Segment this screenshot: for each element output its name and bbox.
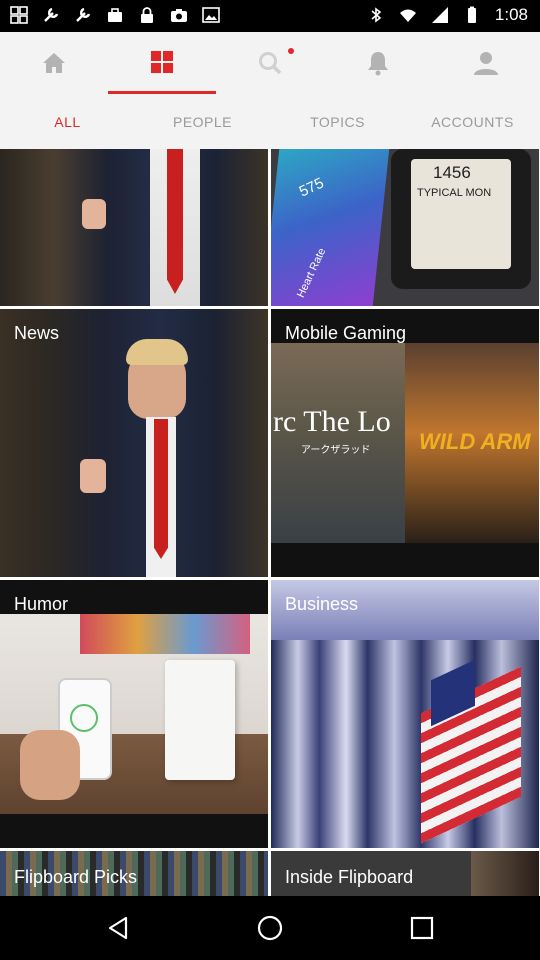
watch-number: 1456 — [433, 163, 471, 182]
battery-icon — [467, 6, 476, 23]
grid-icon — [151, 50, 173, 73]
recents-button[interactable] — [402, 912, 442, 944]
clock: 1:08 — [494, 5, 528, 24]
briefcase-icon — [108, 8, 122, 22]
grid-app-icon — [10, 6, 28, 24]
notification-icons — [10, 6, 220, 24]
topic-tile-mobile-gaming[interactable]: rc The Lo アークザラッド WILD ARM Mobile Gaming — [271, 309, 539, 577]
lock-icon — [141, 7, 153, 23]
wrench-icon — [44, 7, 59, 22]
system-navigation-bar — [0, 896, 540, 960]
hair — [126, 339, 188, 365]
topic-tile-inside-flipboard[interactable]: Inside Flipboard — [271, 851, 539, 896]
tile-title: News — [14, 323, 60, 343]
wifi-icon — [399, 9, 416, 22]
home-button[interactable] — [250, 912, 290, 944]
tie — [154, 419, 168, 559]
topic-tile-business[interactable]: Business — [271, 580, 539, 848]
game-right-title: WILD ARM — [419, 429, 531, 454]
game-left-subtitle: アークザラッド — [301, 445, 371, 456]
topic-tile[interactable]: 575 Heart Rate 1456 TYPICAL MON — [271, 149, 539, 306]
tie — [167, 149, 183, 294]
device-box — [165, 660, 235, 780]
phone-plus-icon — [70, 704, 98, 732]
topic-tile-news[interactable]: News — [0, 309, 268, 577]
nav-content-guide[interactable] — [108, 32, 216, 94]
tab-topics[interactable]: TOPICS — [270, 94, 405, 149]
tile-image — [271, 149, 390, 306]
top-navigation — [0, 32, 540, 95]
topic-tile-humor[interactable]: Humor — [0, 580, 268, 848]
topic-tile-flipboard-picks[interactable]: Flipboard Picks — [0, 851, 268, 896]
profile-icon — [474, 52, 498, 75]
signal-icon — [431, 7, 448, 23]
nav-search[interactable] — [216, 32, 324, 94]
wrench-icon-2 — [76, 7, 91, 22]
nav-home[interactable] — [0, 32, 108, 94]
topic-tile[interactable] — [0, 149, 268, 306]
bell-icon — [368, 52, 388, 76]
recents-icon — [410, 916, 434, 940]
search-icon — [259, 52, 282, 75]
nav-profile[interactable] — [432, 32, 540, 94]
tab-people[interactable]: PEOPLE — [135, 94, 270, 149]
hand — [20, 730, 80, 800]
bluetooth-icon — [371, 7, 382, 23]
notification-dot — [288, 48, 294, 54]
home-circle-icon — [257, 915, 283, 941]
game-left-title: rc The Lo — [273, 405, 391, 438]
hand — [82, 199, 106, 229]
tile-image — [0, 149, 268, 306]
camera-icon — [171, 9, 187, 22]
watch-label: TYPICAL MON — [417, 187, 492, 199]
tab-accounts[interactable]: ACCOUNTS — [405, 94, 540, 149]
wall-art — [80, 614, 250, 654]
home-icon — [43, 53, 65, 73]
hand — [80, 459, 106, 493]
filter-tabs: ALL PEOPLE TOPICS ACCOUNTS — [0, 94, 540, 149]
back-button[interactable] — [98, 912, 138, 944]
tile-title: Business — [285, 594, 359, 614]
tile-title: Flipboard Picks — [14, 867, 138, 887]
status-bar: 1:08 — [0, 0, 540, 32]
back-icon — [108, 916, 128, 940]
topic-grid: 575 Heart Rate 1456 TYPICAL MON News rc … — [0, 149, 540, 896]
tab-all[interactable]: ALL — [0, 94, 135, 149]
tile-title: Inside Flipboard — [285, 867, 414, 887]
tile-title: Humor — [14, 594, 69, 614]
tile-image — [471, 851, 539, 896]
tile-title: Mobile Gaming — [285, 323, 407, 343]
photo-icon — [202, 7, 220, 23]
nav-notifications[interactable] — [324, 32, 432, 94]
